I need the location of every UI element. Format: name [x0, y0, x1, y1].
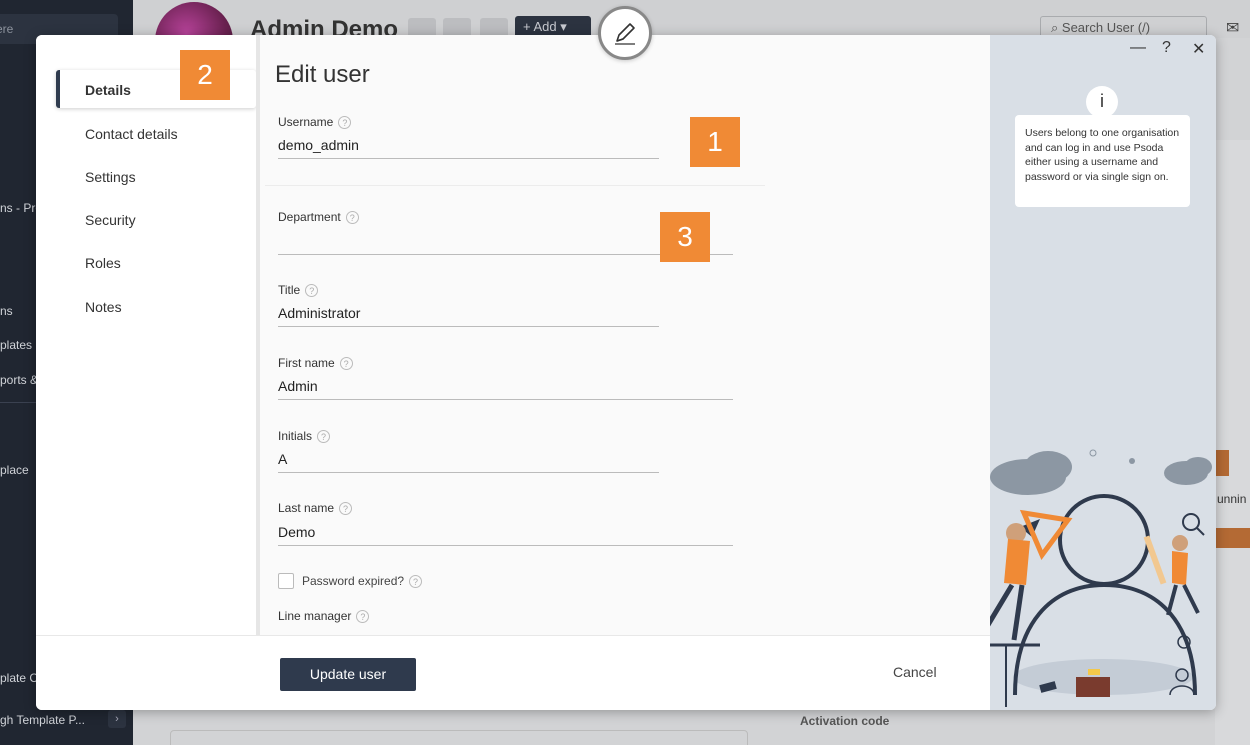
nav-item-details[interactable]: Details [85, 82, 131, 98]
help-icon[interactable]: ? [409, 575, 423, 589]
activation-code-label: Activation code [800, 714, 890, 728]
last-name-field[interactable]: Demo [278, 524, 733, 546]
minimize-icon[interactable]: — [1130, 39, 1146, 57]
pencil-icon [615, 23, 635, 45]
first-name-field[interactable]: Admin [278, 378, 733, 400]
help-icon[interactable]: ? [317, 430, 331, 444]
modal-nav: Details Contact details Settings Securit… [36, 35, 257, 635]
help-icon[interactable]: ? [339, 502, 353, 516]
callout-badge: 3 [660, 212, 710, 262]
edit-badge [598, 6, 652, 60]
sidebar-item[interactable]: ns [0, 304, 13, 318]
initials-label: Initials? [278, 429, 331, 444]
cancel-button[interactable]: Cancel [893, 664, 937, 680]
search-icon: ⌕ [1051, 20, 1059, 35]
sidebar-item[interactable]: plate C [0, 671, 38, 685]
nav-item-security[interactable]: Security [85, 212, 136, 228]
title-label: Title? [278, 283, 319, 298]
first-name-label: First name? [278, 356, 353, 371]
help-panel: — ? ✕ i Users belong to one organisation… [990, 35, 1216, 710]
add-label: Add [533, 19, 557, 34]
help-icon[interactable]: ? [356, 610, 370, 624]
callout-badge: 1 [690, 117, 740, 167]
password-expired-checkbox[interactable] [278, 573, 294, 589]
info-icon: i [1086, 86, 1118, 118]
nav-item-contact-details[interactable]: Contact details [85, 126, 178, 142]
nav-item-settings[interactable]: Settings [85, 169, 136, 185]
department-label: Department? [278, 210, 359, 225]
initials-field[interactable]: A [278, 451, 659, 473]
background-orange-button [1215, 450, 1229, 476]
team-illustration [990, 449, 1212, 707]
info-bubble: Users belong to one organisation and can… [1015, 115, 1190, 207]
edit-user-modal: Details Contact details Settings Securit… [36, 35, 1216, 710]
mail-icon[interactable]: ✉ [1226, 18, 1239, 38]
username-label: Username? [278, 115, 352, 130]
modal-title: Edit user [275, 61, 370, 88]
callout-badge: 2 [180, 50, 230, 100]
form-area: Edit user Username? demo_admin Departmen… [260, 35, 1212, 635]
nav-item-notes[interactable]: Notes [85, 299, 122, 315]
background-text: unnin [1217, 492, 1247, 506]
background-orange-bar [1215, 528, 1250, 548]
last-name-label: Last name? [278, 501, 353, 516]
background-card [170, 730, 748, 745]
sidebar-item[interactable]: place [0, 463, 29, 477]
sidebar-item[interactable]: plates [0, 338, 32, 352]
section-divider [265, 185, 765, 186]
line-manager-label: Line manager? [278, 609, 370, 624]
sidebar-item[interactable]: gh Template P... [0, 713, 85, 727]
password-expired-label: Password expired?? [302, 574, 423, 589]
username-field[interactable]: demo_admin [278, 137, 659, 159]
chevron-right-icon[interactable]: › [108, 710, 126, 728]
help-icon[interactable]: ? [345, 211, 359, 225]
modal-footer: Update user Cancel [36, 635, 990, 710]
close-icon[interactable]: ✕ [1192, 39, 1205, 59]
background-right-panel [1215, 140, 1250, 745]
help-icon[interactable]: ? [305, 284, 319, 298]
help-icon[interactable]: ? [338, 116, 352, 130]
help-icon[interactable]: ? [339, 357, 353, 371]
search-placeholder: Search User (/) [1061, 20, 1151, 35]
title-field[interactable]: Administrator [278, 305, 659, 327]
help-icon[interactable]: ? [1162, 39, 1171, 57]
update-user-button[interactable]: Update user [280, 658, 416, 691]
nav-item-roles[interactable]: Roles [85, 255, 121, 271]
